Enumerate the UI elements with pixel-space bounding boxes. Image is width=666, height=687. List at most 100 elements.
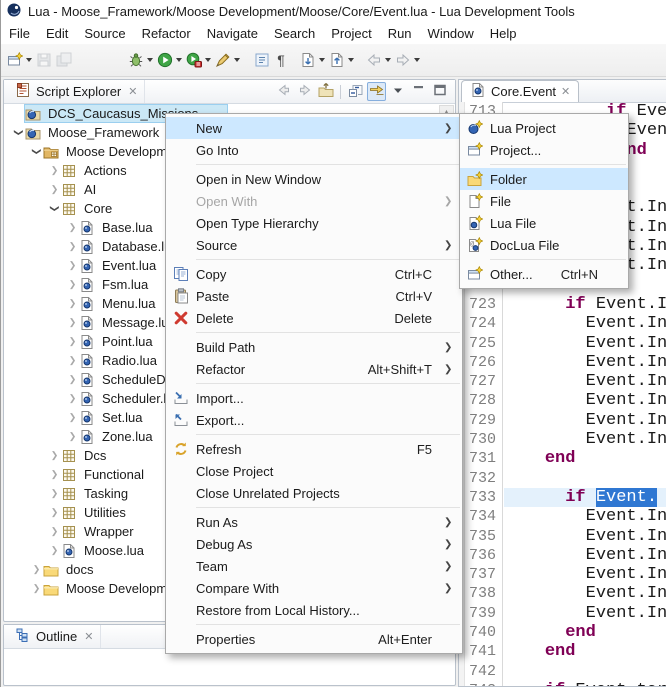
chevron-right-icon[interactable]: ❯ [66,355,79,366]
chevron-right-icon[interactable]: ❯ [66,241,79,252]
folder-icon [43,581,59,597]
close-icon[interactable]: ✕ [128,85,137,98]
menu-item-paste[interactable]: PasteCtrl+V [166,285,462,307]
chevron-right-icon[interactable]: ❯ [48,545,61,556]
toolbar-button-external-tools[interactable] [213,47,242,73]
view-button-collapse-all[interactable] [346,82,365,101]
chevron-right-icon[interactable]: ❯ [66,393,79,404]
menubar-item-refactor[interactable]: Refactor [134,24,199,43]
toolbar-button-previous-annotation[interactable] [327,47,356,73]
chevron-down-icon[interactable]: ❯ [49,202,60,215]
view-button-up[interactable] [316,82,335,101]
view-button-back-arrow[interactable] [274,82,293,101]
menu-item-team[interactable]: Team❯ [166,555,462,577]
menu-item-restore-from-local-history[interactable]: Restore from Local History... [166,599,462,621]
menu-item-delete[interactable]: DeleteDelete [166,307,462,329]
view-button-view-menu[interactable] [388,82,407,101]
dropdown-caret-icon[interactable] [348,58,354,62]
chevron-right-icon[interactable]: ❯ [48,469,61,480]
chevron-down-icon[interactable]: ❯ [31,145,42,158]
menu-item-open-type-hierarchy[interactable]: Open Type Hierarchy [166,212,462,234]
chevron-right-icon[interactable]: ❯ [48,488,61,499]
menubar-item-window[interactable]: Window [420,24,482,43]
menubar-item-navigate[interactable]: Navigate [199,24,266,43]
menu-item-open-in-new-window[interactable]: Open in New Window [166,168,462,190]
menubar-item-help[interactable]: Help [482,24,525,43]
toolbar-button-forward[interactable] [393,47,422,73]
view-button-minimize[interactable] [409,82,428,101]
view-button-link-with-editor[interactable] [367,82,386,101]
menu-item-compare-with[interactable]: Compare With❯ [166,577,462,599]
menu-item-other[interactable]: Other...Ctrl+N [460,263,628,285]
chevron-right-icon[interactable]: ❯ [66,317,79,328]
menu-item-export[interactable]: Export... [166,409,462,431]
chevron-right-icon[interactable]: ❯ [48,526,61,537]
chevron-right-icon[interactable]: ❯ [66,279,79,290]
chevron-down-icon[interactable]: ❯ [13,126,24,139]
chevron-right-icon[interactable]: ❯ [66,298,79,309]
dropdown-caret-icon[interactable] [26,58,32,62]
menu-item-source[interactable]: Source❯ [166,234,462,256]
chevron-right-icon[interactable]: ❯ [66,260,79,271]
chevron-right-icon[interactable]: ❯ [66,374,79,385]
toolbar-button-mark-occurrences[interactable] [252,47,272,73]
menu-item-project[interactable]: Project... [460,139,628,161]
toolbar-button-run[interactable] [155,47,184,73]
toolbar-button-new-wizard[interactable] [5,47,34,73]
menubar-item-search[interactable]: Search [266,24,323,43]
menu-item-close-unrelated-projects[interactable]: Close Unrelated Projects [166,482,462,504]
tab-script-explorer[interactable]: Script Explorer ✕ [8,80,145,103]
menubar-item-project[interactable]: Project [323,24,379,43]
menu-item-doclua-file[interactable]: @DocLua File [460,234,628,256]
dropdown-caret-icon[interactable] [234,58,240,62]
dropdown-caret-icon[interactable] [414,58,420,62]
delete-icon [166,310,196,326]
toolbar-button-next-annotation[interactable] [298,47,327,73]
tab-core-event[interactable]: Core.Event ✕ [461,80,579,102]
menu-item-build-path[interactable]: Build Path❯ [166,336,462,358]
new-doclua-file-icon: @ [460,237,490,253]
chevron-right-icon[interactable]: ❯ [48,165,61,176]
chevron-right-icon[interactable]: ❯ [30,583,43,594]
menu-item-lua-project[interactable]: Lua Project [460,117,628,139]
menu-item-go-into[interactable]: Go Into [166,139,462,161]
close-icon[interactable]: ✕ [84,630,93,643]
chevron-right-icon[interactable]: ❯ [48,184,61,195]
menu-item-new[interactable]: New❯ [166,117,462,139]
menu-item-close-project[interactable]: Close Project [166,460,462,482]
dropdown-caret-icon[interactable] [385,58,391,62]
chevron-right-icon[interactable]: ❯ [48,450,61,461]
menubar-item-file[interactable]: File [1,24,38,43]
menu-item-lua-file[interactable]: Lua File [460,212,628,234]
chevron-right-icon[interactable]: ❯ [66,336,79,347]
menubar-item-source[interactable]: Source [76,24,133,43]
chevron-right-icon[interactable]: ❯ [66,412,79,423]
dropdown-caret-icon[interactable] [176,58,182,62]
menu-item-import[interactable]: Import... [166,387,462,409]
dropdown-caret-icon[interactable] [319,58,325,62]
view-button-forward-arrow[interactable] [295,82,314,101]
chevron-right-icon[interactable]: ❯ [66,222,79,233]
menu-item-folder[interactable]: Folder [460,168,628,190]
menubar-item-edit[interactable]: Edit [38,24,76,43]
menu-item-refactor[interactable]: RefactorAlt+Shift+T❯ [166,358,462,380]
toolbar-button-back[interactable] [364,47,393,73]
toolbar-button-run-last[interactable] [184,47,213,73]
dropdown-caret-icon[interactable] [205,58,211,62]
view-button-maximize[interactable] [430,82,449,101]
menu-item-run-as[interactable]: Run As❯ [166,511,462,533]
menu-item-properties[interactable]: PropertiesAlt+Enter [166,628,462,650]
menu-item-debug-as[interactable]: Debug As❯ [166,533,462,555]
toolbar-button-debug[interactable] [126,47,155,73]
chevron-right-icon[interactable]: ❯ [48,507,61,518]
close-icon[interactable]: ✕ [561,85,570,98]
tab-outline[interactable]: Outline ✕ [8,625,101,648]
dropdown-caret-icon[interactable] [147,58,153,62]
menu-item-copy[interactable]: CopyCtrl+C [166,263,462,285]
menubar-item-run[interactable]: Run [380,24,420,43]
chevron-right-icon[interactable]: ❯ [66,431,79,442]
chevron-right-icon[interactable]: ❯ [30,564,43,575]
menu-item-file[interactable]: File [460,190,628,212]
menu-item-refresh[interactable]: RefreshF5 [166,438,462,460]
toolbar-button-show-whitespace[interactable]: ¶ [272,47,290,73]
